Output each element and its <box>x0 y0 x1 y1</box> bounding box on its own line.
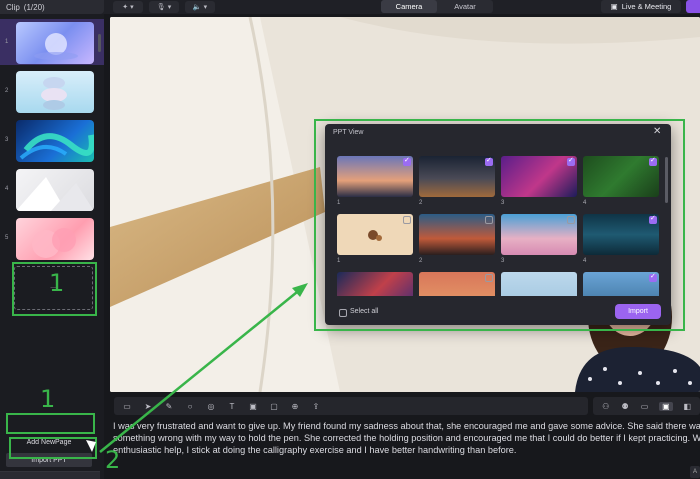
annotation-arrow <box>86 283 308 453</box>
